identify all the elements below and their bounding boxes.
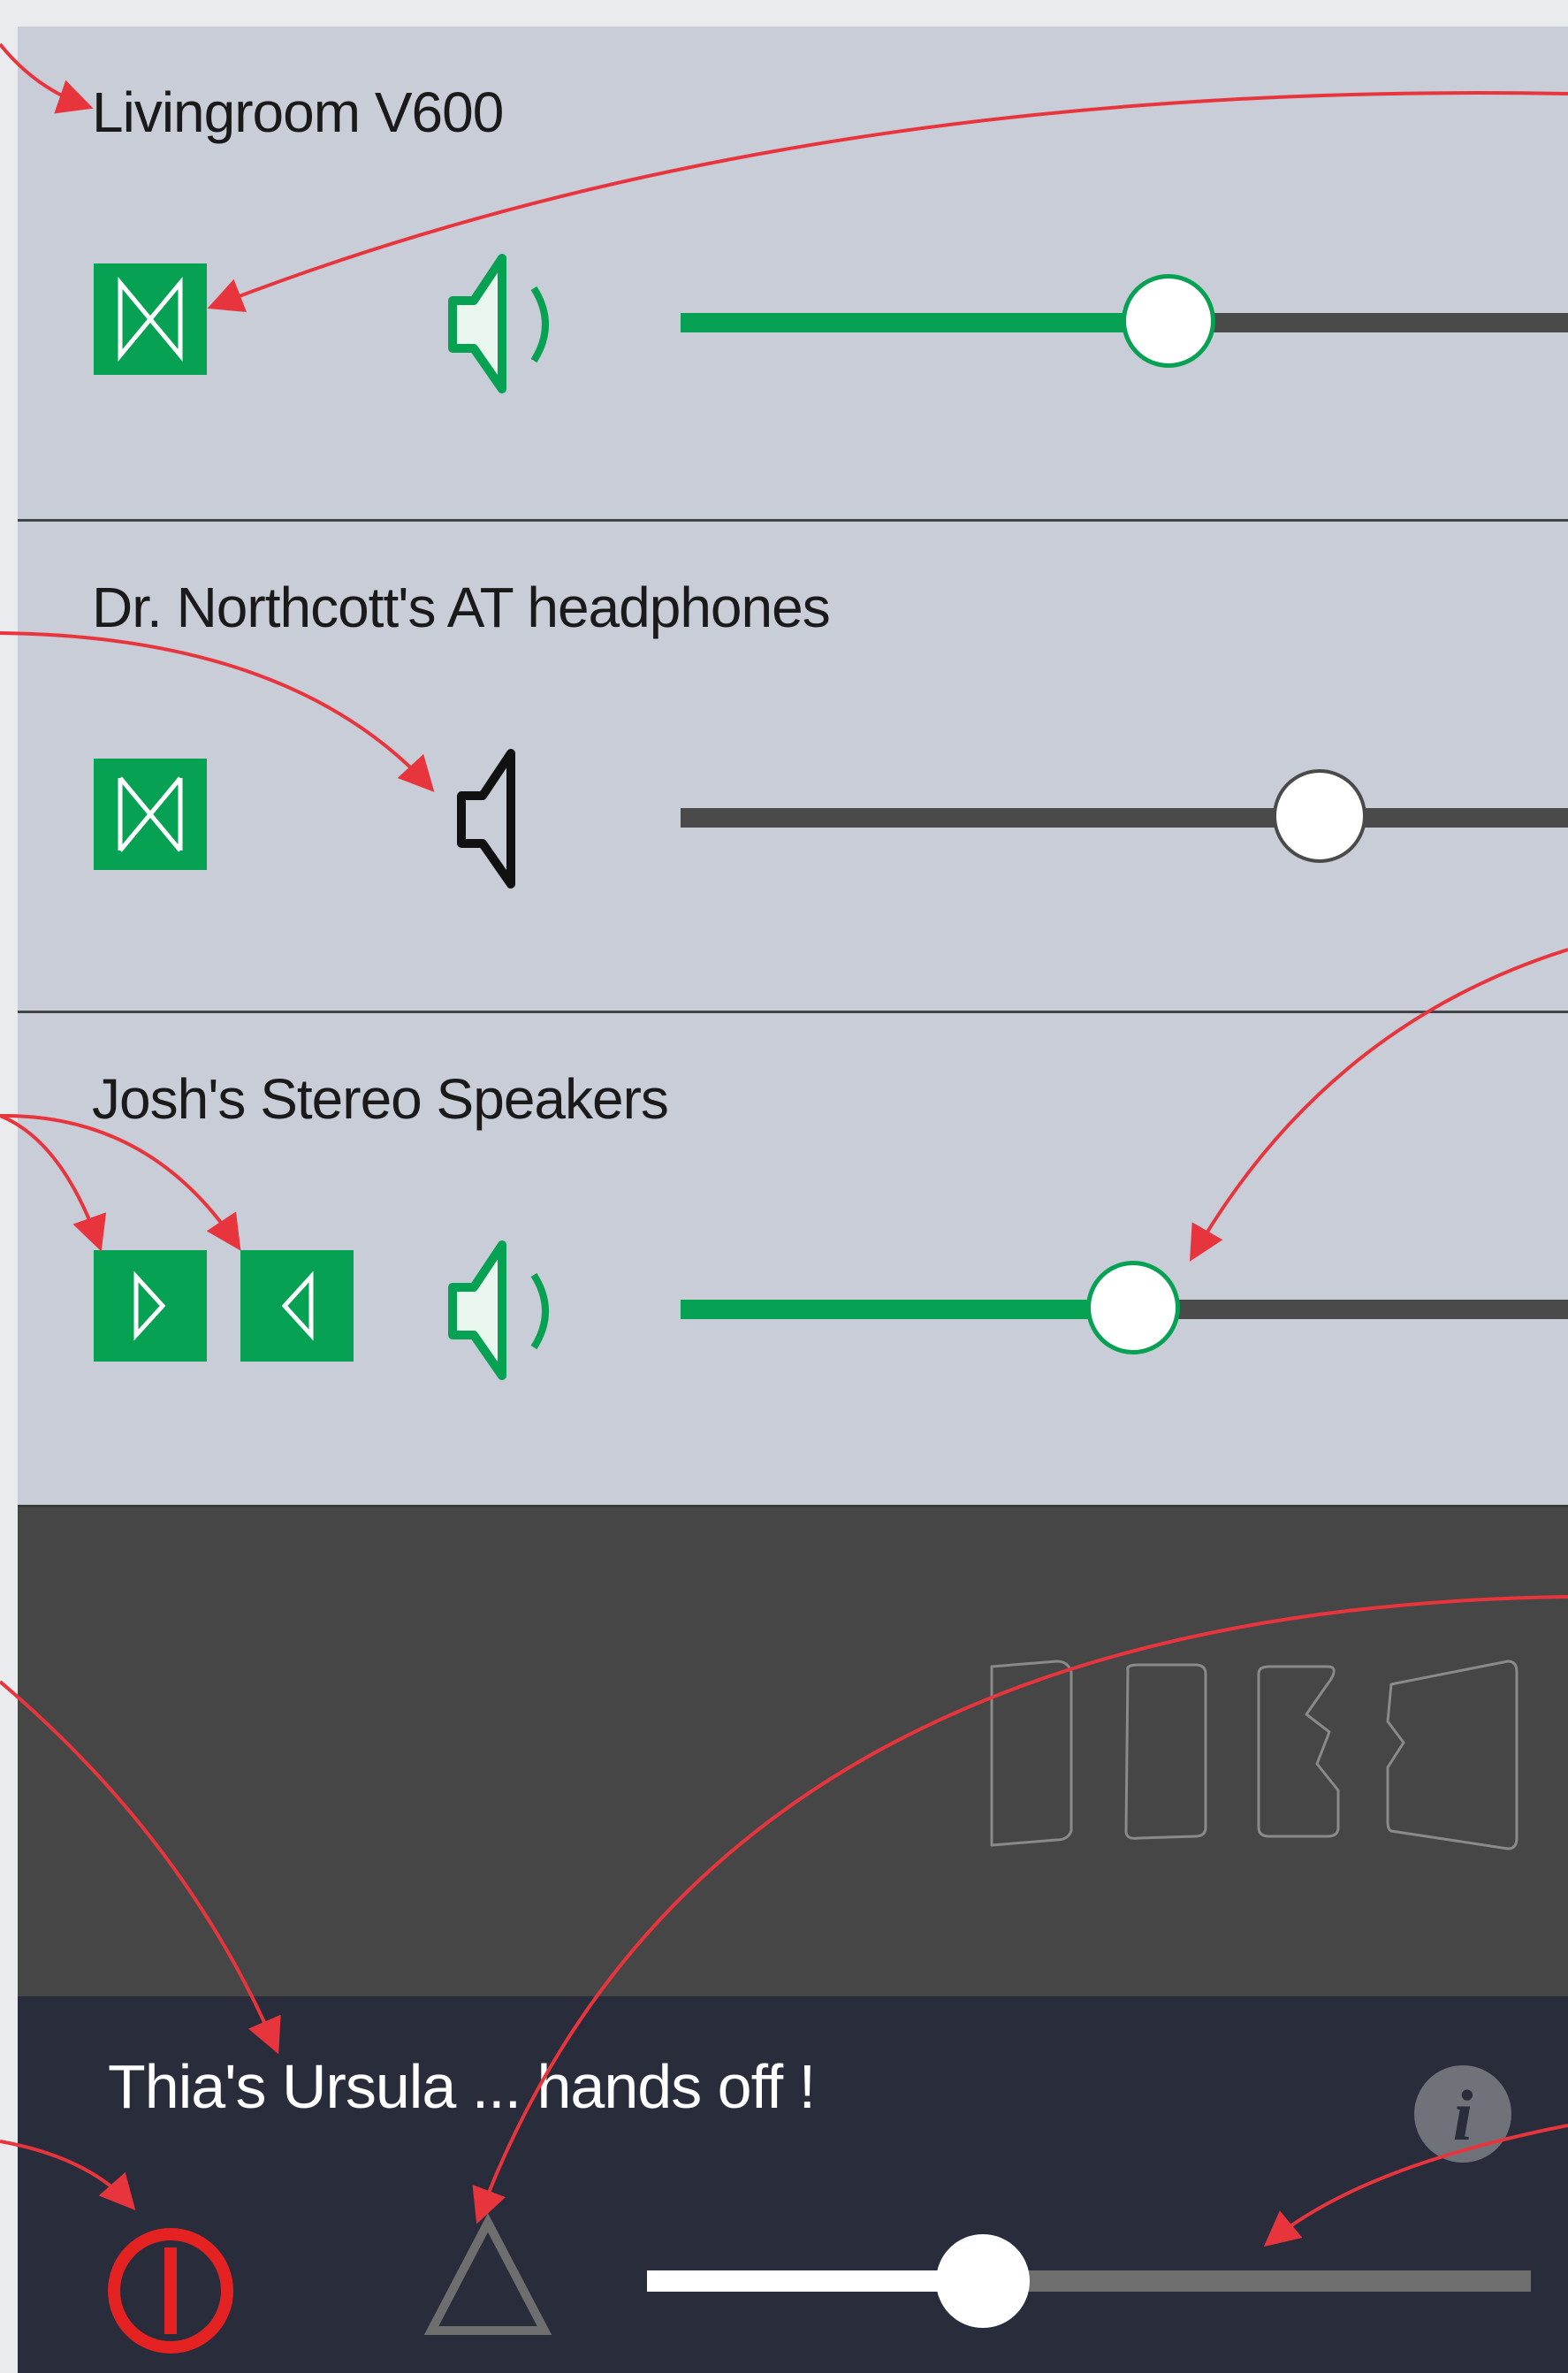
master-volume-slider[interactable]: [647, 2226, 1531, 2328]
play-triangle-icon[interactable]: [419, 2212, 557, 2339]
left-channel-icon[interactable]: [94, 1250, 207, 1362]
slider-fill: [647, 2270, 983, 2292]
slider-knob[interactable]: [1122, 274, 1216, 368]
slider-fill: [681, 808, 1320, 828]
slider-knob[interactable]: [936, 2234, 1030, 2328]
speaker-on-icon[interactable]: [442, 249, 575, 400]
device-row-headphones: Dr. Northcott's AT headphones: [18, 519, 1568, 1014]
bowtie-stereo-icon[interactable]: [94, 263, 207, 375]
group-name: Thia's Ursula ... hands off !: [108, 2052, 816, 2121]
volume-slider[interactable]: [681, 769, 1568, 863]
volume-slider[interactable]: [681, 1261, 1568, 1354]
device-row-livingroom: Livingroom V600: [18, 27, 1568, 519]
right-channel-icon[interactable]: [240, 1250, 354, 1362]
device-name: Josh's Stereo Speakers: [92, 1067, 669, 1131]
slider-fill: [681, 313, 1169, 332]
power-icon[interactable]: [99, 2219, 242, 2362]
svg-text:i: i: [1453, 2075, 1473, 2156]
bowtie-stereo-icon[interactable]: [94, 759, 207, 870]
device-row-josh: Josh's Stereo Speakers: [18, 1011, 1568, 1506]
info-icon[interactable]: i: [1412, 2064, 1513, 2164]
slider-knob[interactable]: [1272, 769, 1366, 863]
device-name: Livingroom V600: [92, 80, 504, 144]
device-name: Dr. Northcott's AT headphones: [92, 576, 831, 639]
speaker-on-icon[interactable]: [442, 1236, 575, 1386]
volume-slider[interactable]: [681, 274, 1568, 368]
inactive-panel: [18, 1505, 1568, 1999]
slider-fill: [681, 1300, 1134, 1319]
group-logo-icon: [986, 1658, 1526, 1858]
speaker-muted-icon[interactable]: [442, 744, 575, 895]
speaker-group-app: Livingroom V600 Dr. Northcott's AT headp…: [18, 27, 1568, 2373]
slider-knob[interactable]: [1086, 1261, 1181, 1354]
master-bar: Thia's Ursula ... hands off ! i: [18, 1996, 1568, 2373]
